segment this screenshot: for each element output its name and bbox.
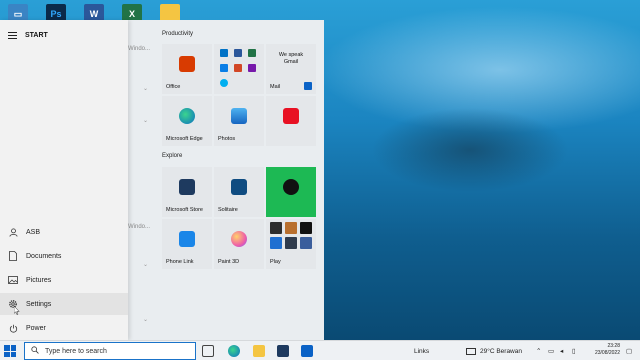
powerpoint-icon <box>234 64 242 72</box>
edge-icon <box>179 108 195 124</box>
tiktok-icon <box>300 222 312 234</box>
section-title-explore: Explore <box>162 153 183 159</box>
rail-item-account[interactable]: ASB <box>0 221 128 243</box>
word-icon <box>234 49 242 57</box>
file-explorer-icon[interactable] <box>253 345 265 357</box>
power-icon <box>8 323 18 333</box>
user-icon <box>8 227 18 237</box>
photos-icon <box>231 108 247 124</box>
game-icon <box>270 222 282 234</box>
chevron-down-icon: ⌄ <box>143 317 149 323</box>
phone-link-icon <box>179 231 195 247</box>
rail-item-label: ASB <box>26 228 41 236</box>
solitaire-icon <box>231 179 247 195</box>
tile-paint-3d[interactable]: Paint 3D <box>214 219 264 269</box>
start-rail: START ASB Documents Pictures Settings Po… <box>0 20 128 340</box>
rail-item-label: Power <box>26 324 46 332</box>
mouse-cursor-icon <box>14 306 20 315</box>
notification-icon[interactable]: ▢ <box>626 341 632 360</box>
start-menu: START ASB Documents Pictures Settings Po… <box>0 20 324 340</box>
store-icon <box>179 179 195 195</box>
onedrive-icon <box>220 64 228 72</box>
search-placeholder: Type here to search <box>45 347 107 355</box>
document-icon <box>8 251 18 261</box>
hamburger-icon[interactable] <box>8 31 17 39</box>
rail-item-documents[interactable]: Documents <box>0 245 128 267</box>
skype-icon <box>220 79 228 87</box>
weather-icon <box>466 347 476 355</box>
tile-microsoft-store[interactable]: Microsoft Store <box>162 167 212 217</box>
prime-video-icon <box>270 237 282 249</box>
excel-icon <box>248 49 256 57</box>
app-list-item: Windo... <box>128 224 151 230</box>
game-icon <box>285 237 297 249</box>
store-icon[interactable] <box>277 345 289 357</box>
edge-icon[interactable] <box>228 345 240 357</box>
volume-icon[interactable]: ◂ <box>560 341 563 360</box>
mail-icon <box>304 82 312 90</box>
rail-item-label: Pictures <box>26 276 52 284</box>
rail-item-power[interactable]: Power <box>0 317 128 339</box>
news-icon <box>283 108 299 124</box>
game-icon <box>300 237 312 249</box>
chevron-up-icon[interactable]: ⌃ <box>536 341 541 360</box>
section-title-productivity: Productivity <box>162 31 194 37</box>
start-header: START <box>8 28 48 42</box>
spotify-icon <box>283 179 299 195</box>
task-view-icon[interactable] <box>202 345 214 357</box>
tile-spotify[interactable] <box>266 167 316 217</box>
app-list-item: Windo... <box>128 46 151 52</box>
clock[interactable]: 23:28 23/08/2022 <box>595 343 620 357</box>
outlook-icon <box>220 49 228 57</box>
gmail-promo-text: We speak Gmail <box>278 52 304 65</box>
rail-item-pictures[interactable]: Pictures <box>0 269 128 291</box>
battery-icon[interactable]: ▯ <box>572 341 576 360</box>
tile-office[interactable]: Office <box>162 44 212 94</box>
start-title: START <box>25 31 48 39</box>
search-box[interactable]: Type here to search <box>24 342 196 360</box>
search-icon <box>31 346 39 356</box>
tile-news[interactable] <box>266 96 316 146</box>
taskbar: Type here to search Links 29°C Berawan ⌃… <box>0 340 640 360</box>
office-icon <box>179 56 195 72</box>
rail-item-label: Settings <box>26 300 52 308</box>
network-icon[interactable]: ▭ <box>548 341 554 360</box>
tile-office-apps[interactable] <box>214 44 264 94</box>
onenote-icon <box>248 64 256 72</box>
chevron-down-icon: ⌄ <box>143 86 149 92</box>
tile-play[interactable]: Play <box>266 219 316 269</box>
paint3d-icon <box>231 231 247 247</box>
pictures-icon <box>8 275 18 285</box>
tile-solitaire[interactable]: Solitaire <box>214 167 264 217</box>
tile-mail[interactable]: We speak Gmail Mail <box>266 44 316 94</box>
mail-icon[interactable] <box>301 345 313 357</box>
rail-item-label: Documents <box>26 252 62 260</box>
tile-photos[interactable]: Photos <box>214 96 264 146</box>
weather-widget[interactable]: 29°C Berawan <box>466 341 522 360</box>
links-toolbar[interactable]: Links <box>414 341 429 360</box>
tile-microsoft-edge[interactable]: Microsoft Edge <box>162 96 212 146</box>
windows-start-button[interactable] <box>4 345 16 357</box>
chevron-down-icon: ⌄ <box>143 262 149 268</box>
game-icon <box>285 222 297 234</box>
tile-phone-link[interactable]: Phone Link <box>162 219 212 269</box>
chevron-down-icon: ⌄ <box>143 118 149 124</box>
